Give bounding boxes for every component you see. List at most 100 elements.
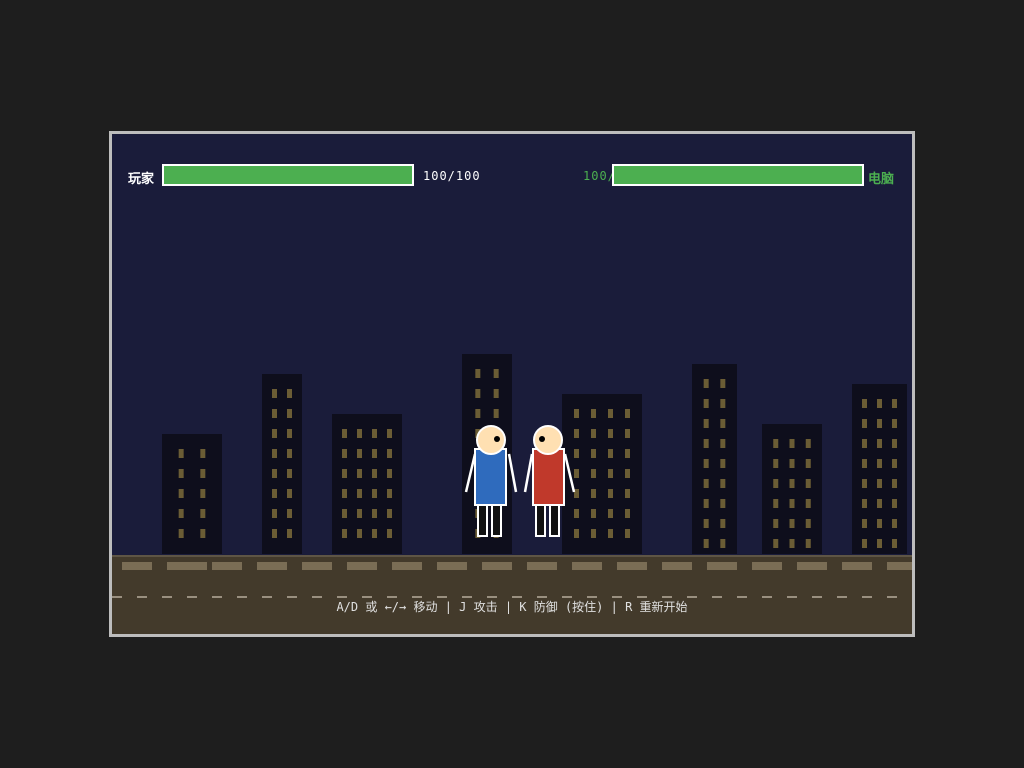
building-window xyxy=(591,429,596,438)
building-window xyxy=(892,479,897,488)
building xyxy=(162,434,222,554)
building xyxy=(852,384,907,554)
building-window xyxy=(805,499,811,508)
building-window xyxy=(475,389,481,398)
curb-slab xyxy=(167,562,207,570)
building-window xyxy=(342,449,347,458)
building-window xyxy=(877,399,882,408)
building-window xyxy=(892,439,897,448)
building-window xyxy=(372,449,377,458)
building-window xyxy=(703,459,709,468)
building-window xyxy=(720,539,726,548)
building-window xyxy=(357,429,362,438)
building-window xyxy=(862,439,867,448)
curb-slab xyxy=(122,562,152,570)
building-window xyxy=(272,429,277,438)
curb-slab xyxy=(662,562,692,570)
building-window xyxy=(357,469,362,478)
building-window xyxy=(773,499,779,508)
curb-slab xyxy=(797,562,827,570)
building-window xyxy=(591,489,596,498)
building-window xyxy=(342,529,347,538)
building-window xyxy=(493,409,499,418)
building-window xyxy=(372,509,377,518)
building-window xyxy=(372,529,377,538)
player-health-value: 100/100 xyxy=(423,169,481,183)
building-window xyxy=(625,409,630,418)
curb-slab xyxy=(527,562,557,570)
building-window xyxy=(272,489,277,498)
building-window xyxy=(862,519,867,528)
building-window xyxy=(287,389,292,398)
building-window xyxy=(342,489,347,498)
building-window xyxy=(200,489,206,498)
building-window xyxy=(357,449,362,458)
building-window xyxy=(200,529,206,538)
building-window xyxy=(272,449,277,458)
building-window xyxy=(178,509,184,518)
curb-slab xyxy=(842,562,872,570)
building-window xyxy=(574,409,579,418)
building-window xyxy=(877,519,882,528)
building-window xyxy=(703,499,709,508)
building-window xyxy=(703,439,709,448)
building-window xyxy=(789,479,795,488)
building-window xyxy=(703,379,709,388)
building-window xyxy=(178,529,184,538)
building-window xyxy=(608,469,613,478)
building xyxy=(262,374,302,554)
game-canvas[interactable]: 玩家 100/100 100/100 电脑 A/D 或 ←/→ 移动 | J 攻… xyxy=(109,131,915,637)
building-window xyxy=(272,409,277,418)
building-window xyxy=(789,439,795,448)
building-window xyxy=(703,419,709,428)
building-window xyxy=(493,389,499,398)
curb-slab xyxy=(257,562,287,570)
building-window xyxy=(720,499,726,508)
building-window xyxy=(178,489,184,498)
building-window xyxy=(625,529,630,538)
building-window xyxy=(200,509,206,518)
building-window xyxy=(342,469,347,478)
building-window xyxy=(805,519,811,528)
building-window xyxy=(773,439,779,448)
building-window xyxy=(387,529,392,538)
building-window xyxy=(877,459,882,468)
building-window xyxy=(608,509,613,518)
curb-slab xyxy=(437,562,467,570)
building-window xyxy=(703,479,709,488)
building-window xyxy=(862,419,867,428)
building-window xyxy=(287,449,292,458)
building-window xyxy=(773,459,779,468)
building-window xyxy=(357,489,362,498)
curb-slab xyxy=(347,562,377,570)
building-window xyxy=(862,539,867,548)
building-window xyxy=(862,499,867,508)
curb-slab xyxy=(212,562,242,570)
building-window xyxy=(625,489,630,498)
controls-hint: A/D 或 ←/→ 移动 | J 攻击 | K 防御 (按住) | R 重新开始 xyxy=(336,600,688,614)
player-health-bar xyxy=(162,164,414,186)
building-window xyxy=(272,389,277,398)
building-window xyxy=(591,469,596,478)
building-window xyxy=(591,409,596,418)
building-window xyxy=(608,429,613,438)
building-window xyxy=(287,509,292,518)
building-window xyxy=(272,529,277,538)
building-window xyxy=(287,469,292,478)
building-window xyxy=(287,409,292,418)
building-window xyxy=(387,509,392,518)
building-window xyxy=(372,469,377,478)
cpu-health-bar xyxy=(612,164,864,186)
building-window xyxy=(287,429,292,438)
building-window xyxy=(387,469,392,478)
building-window xyxy=(720,479,726,488)
building-window xyxy=(805,539,811,548)
building-window xyxy=(625,429,630,438)
building-window xyxy=(892,419,897,428)
street-ground xyxy=(112,555,912,634)
building-window xyxy=(789,519,795,528)
building-window xyxy=(877,539,882,548)
building-window xyxy=(773,519,779,528)
curb-slab xyxy=(707,562,737,570)
building-window xyxy=(892,539,897,548)
